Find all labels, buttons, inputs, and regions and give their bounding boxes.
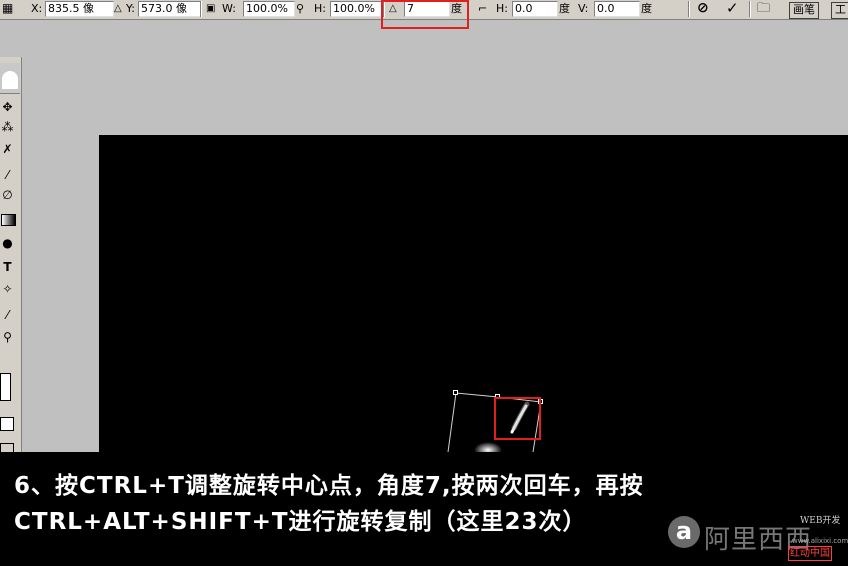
y-field[interactable] [138,1,202,17]
shape-tool-icon[interactable]: ✧ [0,279,15,299]
burn-tool-icon[interactable]: ● [0,233,15,253]
watermark-logo-letter: a [675,517,693,545]
skew-icon: ⌐ [478,2,488,15]
caption-line-2: CTRL+ALT+SHIFT+T进行旋转复制（这里23次） [14,509,587,535]
link-icon[interactable]: ⚲ [296,0,304,18]
brush-tool-icon[interactable]: ⁄ [0,165,15,185]
tab-tools[interactable]: 工 [831,2,848,19]
skew-v-unit: 度 [641,2,652,15]
move-tool-icon[interactable]: ✥ [0,97,15,117]
magic-wand-icon[interactable]: ⁂ [0,117,15,137]
background-color-swatch[interactable] [0,373,11,401]
cancel-transform-icon[interactable]: ⊘ [697,0,709,18]
skew-v-label: V: [578,2,589,15]
separator [688,1,690,17]
caption-line-1: 6、按CTRL+T调整旋转中心点，角度7,按两次回车，再按 [14,473,644,499]
angle-highlight [381,0,469,29]
eyedropper-icon[interactable]: ⁄ [0,305,15,325]
separator [200,1,202,17]
tab-tools-label: 工 [835,3,846,16]
toolbox-header [0,63,20,94]
width-scale-icon: ▣ [206,3,216,14]
folder-icon[interactable]: 🗀 [757,0,770,18]
y-label: Y: [126,2,135,15]
width-field[interactable] [243,1,295,17]
healing-brush-icon[interactable]: ✗ [0,139,15,159]
history-brush-icon[interactable]: ∅ [0,185,15,205]
skew-v-field[interactable] [594,1,640,17]
watermark-url: www.alixixi.com [792,537,848,545]
separator [749,1,751,17]
h-label: H: [314,2,326,15]
x-field[interactable] [45,1,114,17]
gradient-tool-icon[interactable] [0,209,16,229]
zoom-tool-icon[interactable]: ⚲ [0,327,15,347]
w-label: W: [222,2,236,15]
height-field[interactable] [330,1,382,17]
eye-logo-icon [2,71,18,89]
x-label: X: [31,2,43,15]
transform-handle[interactable] [453,390,458,395]
delta-icon: △ [114,3,122,14]
reference-point-icon[interactable]: ▦ [2,0,13,18]
quick-mask-icon[interactable] [0,417,14,431]
tab-brushes[interactable]: 画笔 [789,2,819,19]
skew-h-unit: 度 [559,2,570,15]
rotation-center-highlight [494,397,541,440]
toolbox: ✥ ⁂ ✗ ⁄ ∅ ● T ✧ ⁄ ⚲ [0,57,22,453]
tab-brushes-label: 画笔 [793,3,815,16]
watermark-logo-icon: a [668,516,700,548]
commit-transform-icon[interactable]: ✓ [726,0,739,18]
watermark-stamp: 红动中国 [788,546,832,561]
skew-h-field[interactable] [512,1,558,17]
skew-h-label: H: [496,2,508,15]
type-tool-icon[interactable]: T [0,257,15,277]
